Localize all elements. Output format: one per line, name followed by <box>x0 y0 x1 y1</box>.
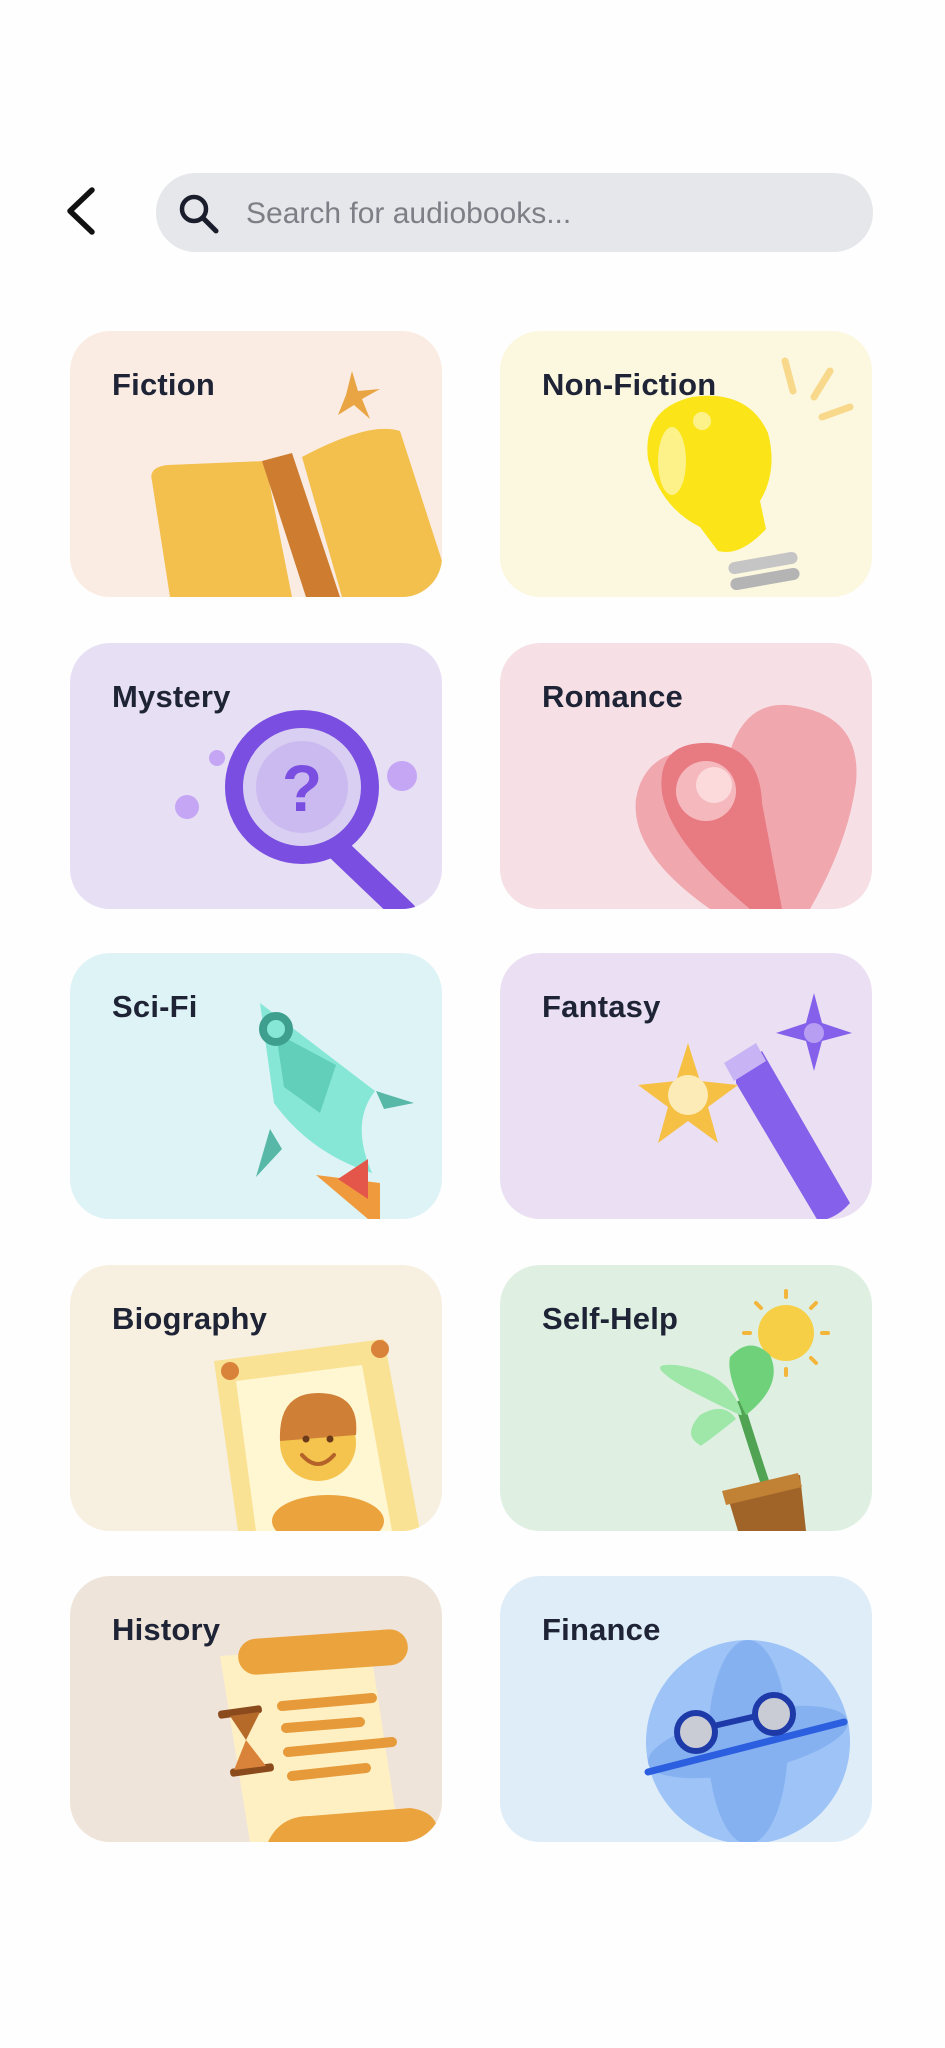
category-label: Romance <box>542 679 683 714</box>
category-card-fiction[interactable]: Fiction <box>70 331 442 597</box>
search-bar[interactable] <box>156 173 873 254</box>
back-button[interactable] <box>58 182 110 240</box>
category-label: Sci-Fi <box>112 989 198 1024</box>
category-label: Self-Help <box>542 1301 679 1336</box>
category-card-fantasy[interactable]: Fantasy <box>500 953 872 1219</box>
category-label: Mystery <box>112 679 231 714</box>
category-label: Finance <box>542 1612 661 1647</box>
category-card-romance[interactable]: Romance <box>500 643 872 909</box>
category-card-mystery[interactable]: ? Mystery <box>70 643 442 909</box>
search-icon <box>179 194 219 234</box>
category-label: Biography <box>112 1301 268 1336</box>
search-input[interactable] <box>244 173 848 254</box>
chevron-left-icon <box>67 187 95 235</box>
top-bar <box>0 170 945 254</box>
category-label: Fiction <box>112 367 215 402</box>
category-label: History <box>112 1612 221 1647</box>
category-card-history[interactable]: History <box>70 1576 442 1842</box>
category-card-self-help[interactable]: Self-Help <box>500 1265 872 1531</box>
category-card-sci-fi[interactable]: Sci-Fi <box>70 953 442 1219</box>
svg-text:?: ? <box>282 751 322 825</box>
category-card-non-fiction[interactable]: Non-Fiction <box>500 331 872 597</box>
category-card-biography[interactable]: Biography <box>70 1265 442 1531</box>
category-label: Non-Fiction <box>542 367 717 402</box>
category-card-finance[interactable]: Finance <box>500 1576 872 1842</box>
category-label: Fantasy <box>542 989 661 1024</box>
